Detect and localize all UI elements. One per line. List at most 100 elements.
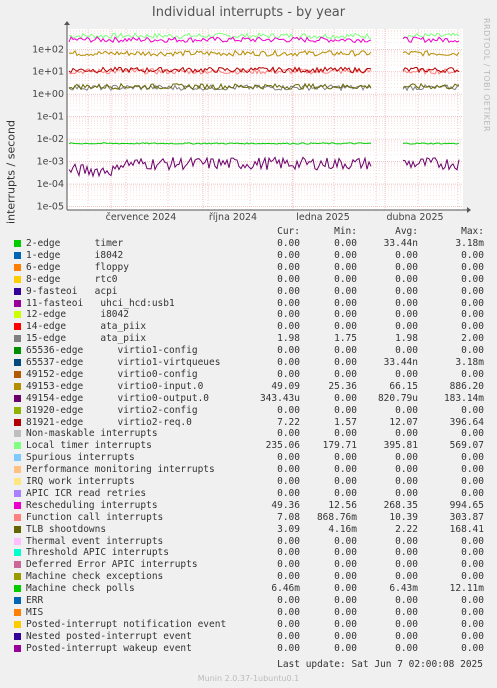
legend-series-name: 9-fasteoi acpi [26,285,118,297]
x-tick-label: října 2024 [209,212,257,223]
legend-row: IRQ work interrupts 0.00 0.00 0.00 0.00 [0,476,497,488]
legend-row: Spurious interrupts 0.00 0.00 0.00 0.00 [0,452,497,464]
interrupts-chart: 1e-05 1e-04 1e-03 1e-02 1e-01 1e+00 1e+01 1e+02… [32,21,471,223]
legend-series-name: Threshold APIC interrupts [26,547,169,559]
legend-max-value: 0.00 [461,487,484,499]
legend-avg-value: 395.81 [383,440,418,452]
legend-cur-value: 343.43u [259,392,300,404]
legend-max-value: 0.00 [461,595,484,606]
legend-row: 65536-edge virtio1-config 0.00 0.00 0.00 0.0… [0,345,497,357]
legend-min-value: 0.00 [334,464,357,476]
legend-header-min: Min: [334,226,357,237]
legend-min-value: 0.00 [334,630,357,642]
legend-row: 15-edge ata_piix 1.98 1.75 1.98 2.00 [0,333,497,345]
legend-min-value: 0.00 [334,559,357,571]
legend-series-name: 81921-edge virtio2-req.0 [26,416,192,428]
legend-cur-value: 0.00 [277,547,300,559]
legend-min-value: 0.00 [334,476,357,487]
legend-max-value: 0.00 [461,321,484,333]
legend-row: TLB shootdowns 3.09 4.16m 2.22 168.41 [0,524,497,536]
legend-min-value: 0.00 [334,583,357,595]
legend-series-name: 1-edge i8042 [26,249,124,261]
legend-swatch [14,275,21,283]
legend-swatch [14,418,21,426]
legend-header-avg: Avg: [395,226,418,237]
legend-min-value: 0.00 [334,249,357,261]
legend-avg-value: 0.00 [395,428,418,440]
legend-max-value: 0.00 [461,642,484,654]
legend-row: 11-fasteoi uhci_hcd:usb1 0.00 0.00 0.00 0.00 [0,298,497,310]
legend-max-value: 994.65 [449,499,484,511]
x-axis-arrow [467,207,471,213]
legend-cur-value: 0.00 [277,606,300,618]
legend-series-name: 6-edge floppy [26,261,129,273]
legend-swatch [14,513,21,521]
legend-avg-value: 0.00 [395,249,418,261]
legend-row: Posted-interrupt wakeup event 0.00 0.00 0.0… [0,643,497,655]
legend-cur-value: 0.00 [277,571,300,583]
legend-cur-value: 0.00 [277,428,300,440]
legend-max-value: 3.18m [455,238,484,249]
legend-min-value: 12.56 [328,499,357,511]
legend-avg-value: 0.00 [395,297,418,309]
last-update: Last update: Sat Jun 7 02:00:08 2025 [277,659,483,670]
x-tick-label: dubna 2025 [386,212,443,223]
legend-row: 49153-edge virtio0-input.0 49.09 25.36 66.1… [0,381,497,393]
legend-cur-value: 0.00 [277,487,300,499]
legend-min-value: 0.00 [334,606,357,618]
legend-series-name: TLB shootdowns [26,523,107,535]
legend-swatch [14,263,21,271]
y-tick-label: 1e-05 [37,202,64,213]
legend-min-value: 0.00 [334,357,357,368]
legend-row: Thermal event interrupts 0.00 0.00 0.00 0.00 [0,536,497,548]
legend-avg-value: 0.00 [395,559,418,571]
legend-max-value: 0.00 [461,606,484,618]
legend-row: 81921-edge virtio2-req.0 7.22 1.57 12.07 396… [0,417,497,429]
legend-series-name: 15-edge ata_piix [26,333,147,345]
legend-cur-value: 0.00 [277,238,300,249]
legend-cur-value: 0.00 [277,464,300,476]
legend-swatch [14,608,21,616]
legend-row: ERR 0.00 0.00 0.00 0.00 [0,595,497,607]
legend-min-value: 0.00 [334,345,357,357]
legend-row: Performance monitoring interrupts 0.00 0.0… [0,464,497,476]
legend-max-value: 168.41 [449,523,484,535]
legend-min-value: 0.00 [334,273,357,285]
legend-cur-value: 0.00 [277,273,300,285]
legend-cur-value: 0.00 [277,368,300,380]
legend-series-name: 49154-edge virtio0-output.0 [26,392,210,404]
legend-swatch [14,561,21,569]
legend-swatch [14,632,21,640]
legend-avg-value: 0.00 [395,595,418,606]
legend-swatch [14,382,21,390]
legend-series-name: 14-edge ata_piix [26,321,147,333]
legend-swatch [14,501,21,509]
legend-row: APIC ICR read retries 0.00 0.00 0.00 0.00 [0,488,497,500]
legend-swatch [14,442,21,450]
legend-swatch [14,620,21,628]
legend-min-value: 0.00 [334,297,357,309]
legend-max-value: 303.87 [449,511,484,523]
legend-avg-value: 0.00 [395,618,418,630]
legend-max-value: 0.00 [461,404,484,416]
legend-cur-value: 0.00 [277,535,300,547]
legend-avg-value: 2.22 [395,523,418,535]
legend-row: 9-fasteoi acpi 0.00 0.00 0.00 0.00 [0,286,497,298]
legend-series-name: 2-edge timer [26,238,124,249]
legend-avg-value: 0.00 [395,345,418,357]
legend-series-name: Thermal event interrupts [26,535,164,547]
legend-avg-value: 0.00 [395,273,418,285]
legend-swatch [14,323,21,331]
legend-avg-value: 66.15 [389,380,418,392]
legend-series-name: APIC ICR read retries [26,487,147,499]
legend-swatch [14,251,21,259]
legend-max-value: 0.00 [461,547,484,559]
legend-cur-value: 49.09 [271,380,300,392]
legend-min-value: 1.57 [334,416,357,428]
legend-swatch [14,240,21,247]
legend-series-name: Spurious interrupts [26,452,135,464]
legend-max-value: 0.00 [461,297,484,309]
legend-cur-value: 3.09 [277,523,300,535]
legend-swatch [14,549,21,557]
y-tick-label: 1e+01 [32,67,64,78]
